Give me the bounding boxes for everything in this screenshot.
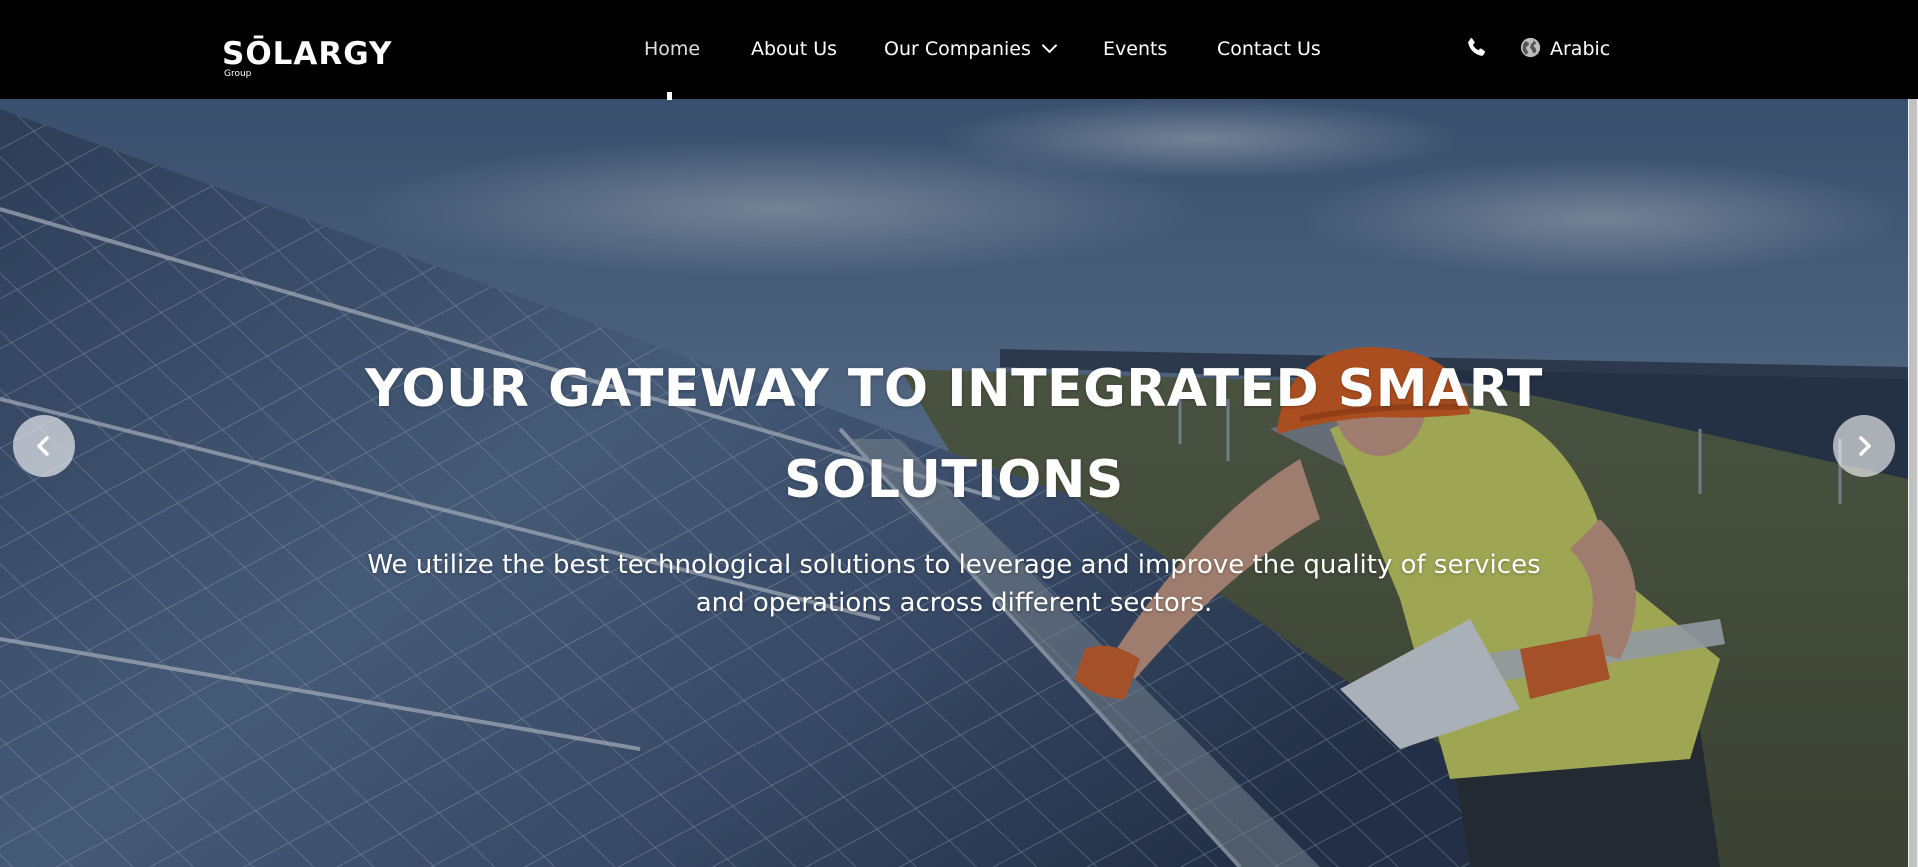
nav-item-our-companies-label: Our Companies bbox=[884, 38, 1031, 60]
site-header: SŌLARGY Group Home About Us Our Companie… bbox=[0, 0, 1918, 100]
nav-item-about-us[interactable]: About Us bbox=[751, 36, 837, 62]
language-label: Arabic bbox=[1550, 38, 1611, 60]
slider-next-button[interactable] bbox=[1833, 415, 1895, 477]
globe-icon bbox=[1520, 37, 1541, 58]
nav-item-events[interactable]: Events bbox=[1103, 36, 1167, 62]
nav-item-contact-us[interactable]: Contact Us bbox=[1217, 36, 1321, 62]
chevron-right-icon bbox=[1859, 436, 1871, 456]
page-scrollbar[interactable] bbox=[1908, 99, 1918, 867]
scrollbar-thumb[interactable] bbox=[1909, 99, 1917, 867]
hero-slider: YOUR GATEWAY TO INTEGRATED SMART SOLUTIO… bbox=[0, 99, 1908, 867]
hero-title: YOUR GATEWAY TO INTEGRATED SMART SOLUTIO… bbox=[365, 359, 1543, 510]
nav-item-home[interactable]: Home bbox=[644, 36, 700, 62]
phone-icon[interactable] bbox=[1464, 36, 1488, 60]
logo-wordmark: SŌLARGY bbox=[222, 36, 393, 72]
chevron-down-icon bbox=[1041, 37, 1058, 54]
page: SŌLARGY Group Home About Us Our Companie… bbox=[0, 0, 1918, 867]
chevron-left-icon bbox=[37, 436, 49, 456]
nav-item-our-companies[interactable]: Our Companies bbox=[884, 36, 1058, 62]
language-switcher[interactable]: Arabic bbox=[1520, 36, 1610, 62]
site-logo[interactable]: SŌLARGY Group bbox=[222, 38, 393, 79]
active-nav-indicator bbox=[667, 92, 672, 100]
slider-prev-button[interactable] bbox=[13, 415, 75, 477]
hero-subtitle: We utilize the best technological soluti… bbox=[367, 550, 1541, 618]
